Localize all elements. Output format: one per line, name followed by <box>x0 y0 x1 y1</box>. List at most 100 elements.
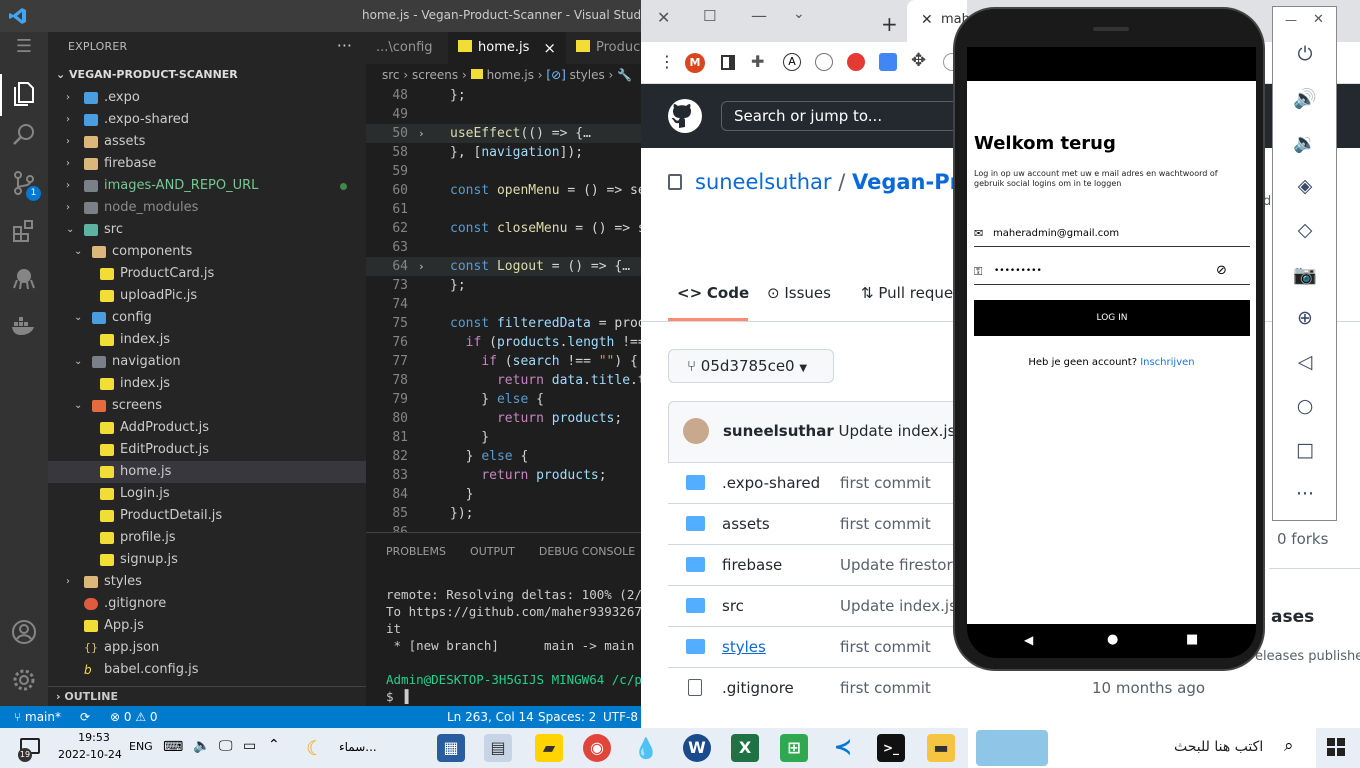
fold-chevron-icon[interactable]: › <box>418 257 425 276</box>
clock[interactable]: 19:53 <box>74 731 114 744</box>
recents-icon[interactable]: ■ <box>1186 632 1198 647</box>
commit-message[interactable]: Update index.js <box>839 422 956 440</box>
overview-icon[interactable]: □ <box>1293 439 1317 461</box>
fold-chevron-icon[interactable]: › <box>418 124 425 143</box>
tab-debug-console[interactable]: DEBUG CONSOLE <box>539 545 635 558</box>
commit-author[interactable]: suneelsuthar <box>723 422 834 440</box>
tree-item[interactable]: .gitignore <box>48 593 366 615</box>
code-line[interactable]: 78 return data.title.t <box>366 371 645 390</box>
menu-icon[interactable]: ☰ <box>9 32 39 62</box>
tree-item[interactable]: index.js <box>48 329 366 351</box>
paint-drop-icon[interactable]: 💧 <box>632 734 660 762</box>
code-line[interactable]: 75 const filteredData = prod <box>366 314 645 333</box>
code-line[interactable]: 58}, [navigation]); <box>366 143 645 162</box>
tree-item[interactable]: index.js <box>48 373 366 395</box>
close-icon[interactable]: ✕ <box>921 12 933 28</box>
menu-dots-icon[interactable]: ⋮ <box>659 52 675 71</box>
code-line[interactable]: 76 if (products.length !== <box>366 333 645 352</box>
tree-item[interactable]: ProductDetail.js <box>48 505 366 527</box>
close-window-icon[interactable]: ✕ <box>657 8 670 27</box>
code-line[interactable]: 50 › useEffect(() => {… <box>366 124 645 143</box>
power-icon[interactable]: ⏻ <box>1293 43 1317 65</box>
tree-item[interactable]: profile.js <box>48 527 366 549</box>
back-icon[interactable]: ◁ <box>1293 351 1317 373</box>
github-search-input[interactable]: Search or jump to... <box>721 101 961 131</box>
breadcrumb-src[interactable]: src <box>382 68 400 82</box>
tree-item[interactable]: ⌄ config <box>48 307 366 329</box>
account-icon[interactable] <box>9 619 39 649</box>
file-name-link[interactable]: assets <box>722 504 770 544</box>
tab-product[interactable]: Produc <box>566 32 645 64</box>
code-line[interactable]: 79 } else { <box>366 390 645 409</box>
camera-icon[interactable]: 📷 <box>1293 263 1317 286</box>
tree-item[interactable]: ⌄ screens <box>48 395 366 417</box>
project-header[interactable]: ⌄ VEGAN-PRODUCT-SCANNER <box>56 68 238 81</box>
minimize-icon[interactable]: — <box>1285 13 1297 27</box>
settings-gear-icon[interactable] <box>9 667 39 697</box>
signup-link[interactable]: Inschrijven <box>1140 357 1194 368</box>
tree-item[interactable]: › .expo <box>48 87 366 109</box>
code-line[interactable]: 61 <box>366 200 645 219</box>
commit-message-link[interactable]: first commit <box>840 627 931 667</box>
code-line[interactable]: 83 return products; <box>366 466 645 485</box>
code-line[interactable]: 49 <box>366 105 645 124</box>
translate-a-icon[interactable]: A <box>783 53 801 71</box>
tree-item[interactable]: b babel.config.js <box>48 659 366 681</box>
code-line[interactable]: 82 } else { <box>366 447 645 466</box>
tree-item[interactable]: ProductCard.js <box>48 263 366 285</box>
code-line[interactable]: 85}); <box>366 504 645 523</box>
network-icon[interactable]: 🖵 <box>219 738 233 754</box>
source-control-icon[interactable]: 1 <box>9 170 41 201</box>
tree-item[interactable]: › firebase <box>48 153 366 175</box>
app-green-icon[interactable]: ⊞ <box>780 734 808 762</box>
tree-item[interactable]: AddProduct.js <box>48 417 366 439</box>
tree-item[interactable]: {} app.json <box>48 637 366 659</box>
encoding[interactable]: UTF-8 <box>603 706 638 728</box>
close-icon[interactable]: ✕ <box>1313 12 1324 27</box>
docker-icon[interactable] <box>9 314 39 344</box>
tree-item[interactable]: signup.js <box>48 549 366 571</box>
weather-text[interactable]: سماء... <box>339 740 377 754</box>
password-field[interactable]: ⚿ ••••••••• ⊘ <box>974 261 1250 285</box>
code-line[interactable]: 59 <box>366 162 645 181</box>
file-name-link[interactable]: .expo-shared <box>722 463 820 503</box>
breadcrumb-symbol[interactable]: styles <box>570 68 605 82</box>
forks-count[interactable]: 0 forks <box>1277 530 1328 548</box>
code-line[interactable]: 60 const openMenu = () => se <box>366 181 645 200</box>
vscode-taskbar-icon[interactable]: ≺ <box>829 734 857 762</box>
tree-item[interactable]: › images-AND_REPO_URL <box>48 175 366 197</box>
sync-icon[interactable]: ⟳ <box>80 706 90 728</box>
tree-item[interactable]: uploadPic.js <box>48 285 366 307</box>
branch-select[interactable]: ⑂ 05d3785ce0 ▼ <box>668 349 834 383</box>
code-line[interactable]: 63 <box>366 238 645 257</box>
tree-item[interactable]: home.js <box>48 461 366 483</box>
close-icon[interactable]: × <box>543 32 556 64</box>
tab-code[interactable]: <> Code <box>677 284 749 302</box>
tree-item[interactable]: › assets <box>48 131 366 153</box>
sticky-notes-icon[interactable]: ▰ <box>535 734 563 762</box>
file-name-link[interactable]: src <box>722 586 744 626</box>
zoom-icon[interactable]: ⊕ <box>1293 307 1317 329</box>
explorer-icon[interactable] <box>9 80 39 110</box>
code-line[interactable]: 73}; <box>366 276 645 295</box>
compass-icon[interactable] <box>815 53 833 71</box>
tree-item[interactable]: › styles <box>48 571 366 593</box>
more-icon[interactable]: ··· <box>1293 483 1317 505</box>
code-line[interactable]: 64 › const Logout = () => {… <box>366 257 645 276</box>
tree-item[interactable]: ⌄ src <box>48 219 366 241</box>
move-icon[interactable]: ✥ <box>911 50 926 71</box>
tree-item[interactable]: Login.js <box>48 483 366 505</box>
github-logo-icon[interactable] <box>667 98 703 138</box>
cursor-position[interactable]: Ln 263, Col 14 <box>447 706 534 728</box>
chevron-down-icon[interactable]: ⌄ <box>793 6 805 22</box>
tab-config[interactable]: ...\config <box>366 32 448 64</box>
rotate-left-icon[interactable]: ◈ <box>1293 175 1317 197</box>
windows-start-icon[interactable] <box>1327 738 1345 756</box>
code-line[interactable]: 84 } <box>366 485 645 504</box>
code-editor[interactable]: 48}; 49 50 › useEffect(() => {… 58}, [navigat… <box>366 86 645 540</box>
branch-status[interactable]: ⑂ main* <box>14 706 61 728</box>
commit-message-link[interactable]: first commit <box>840 504 931 544</box>
tree-item[interactable]: App.js <box>48 615 366 637</box>
excel-icon[interactable]: X <box>731 734 759 762</box>
tab-pull-requests[interactable]: ⇅ Pull reque <box>861 284 953 302</box>
